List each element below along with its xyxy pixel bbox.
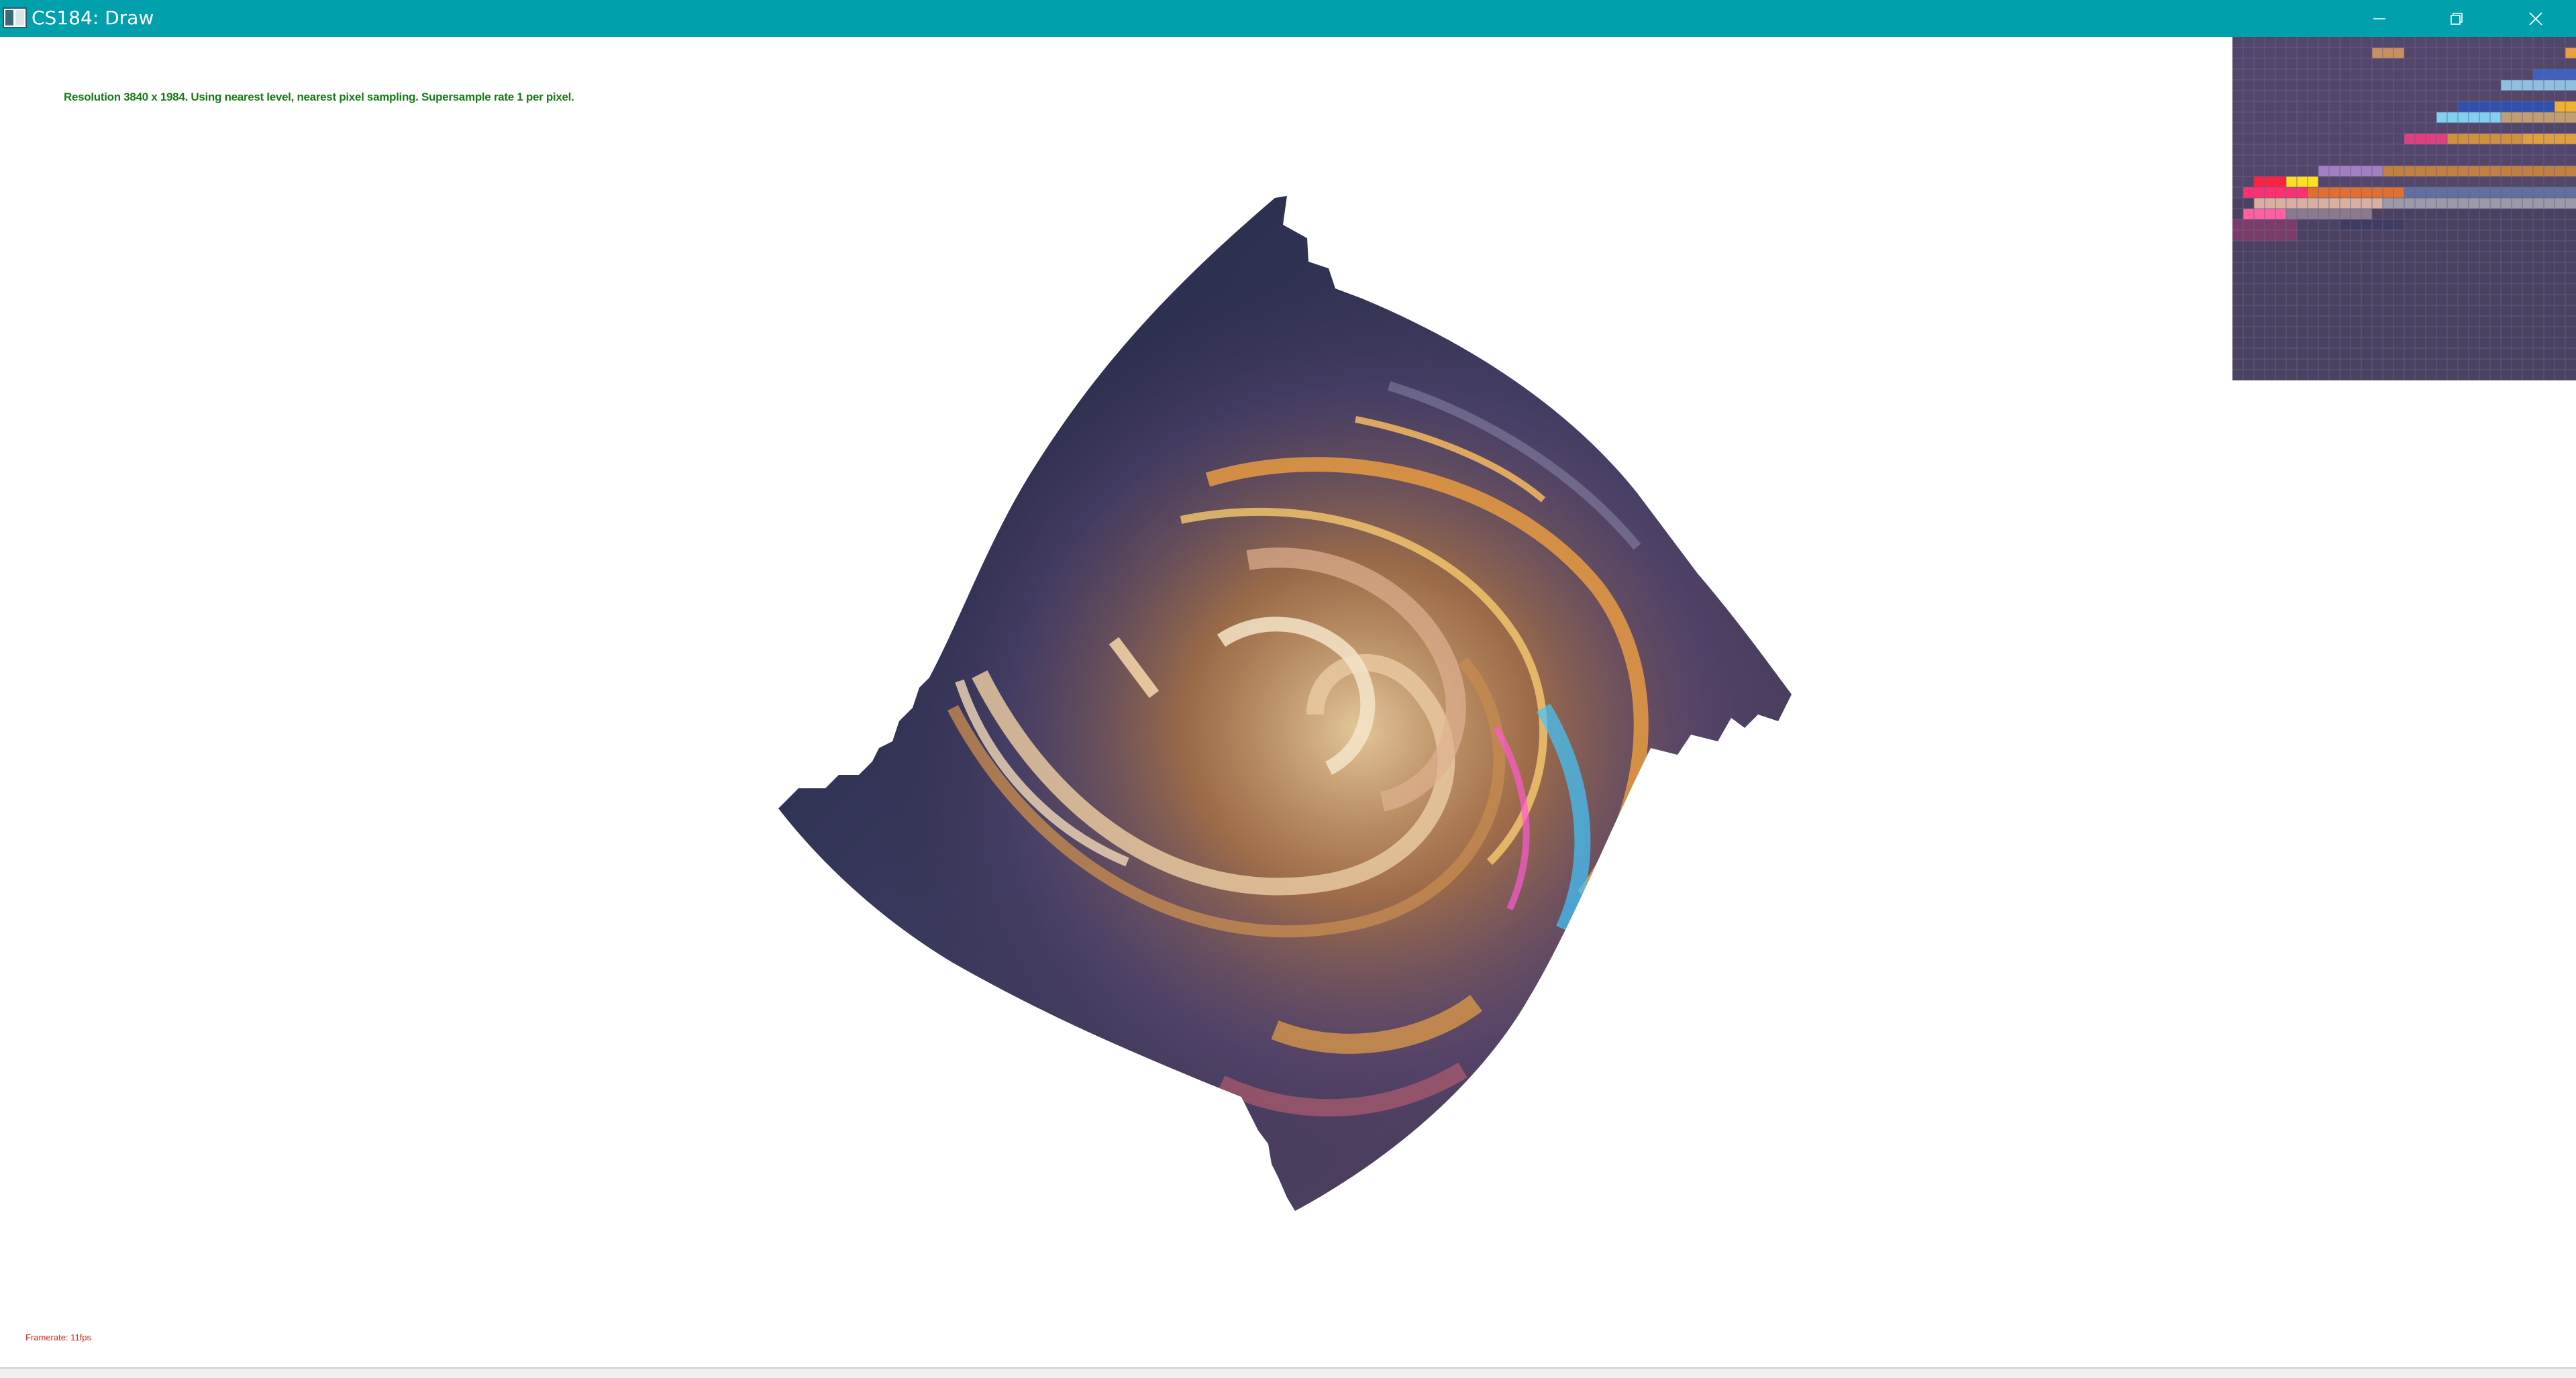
window-title: CS184: Draw bbox=[32, 7, 154, 29]
minimize-button[interactable] bbox=[2340, 0, 2418, 37]
restore-icon bbox=[2450, 12, 2463, 25]
window-bottom-border bbox=[0, 1367, 2576, 1378]
zoom-pixel-grid bbox=[2232, 37, 2576, 380]
close-button[interactable] bbox=[2495, 0, 2576, 37]
close-icon bbox=[2528, 11, 2542, 25]
minimize-icon bbox=[2373, 17, 2385, 19]
title-bar[interactable]: CS184: Draw bbox=[0, 0, 2576, 37]
app-window: CS184: Draw Resolution 3840 x 1984. Usin… bbox=[0, 0, 2576, 1378]
restore-button[interactable] bbox=[2418, 0, 2495, 37]
framerate-text: Framerate: 11fps bbox=[25, 1332, 92, 1342]
draw-canvas[interactable]: Resolution 3840 x 1984. Using nearest le… bbox=[0, 37, 2576, 1367]
swirled-city-texture bbox=[778, 196, 1792, 1211]
pixel-zoom-inspector bbox=[2232, 37, 2576, 380]
app-icon bbox=[3, 7, 27, 28]
